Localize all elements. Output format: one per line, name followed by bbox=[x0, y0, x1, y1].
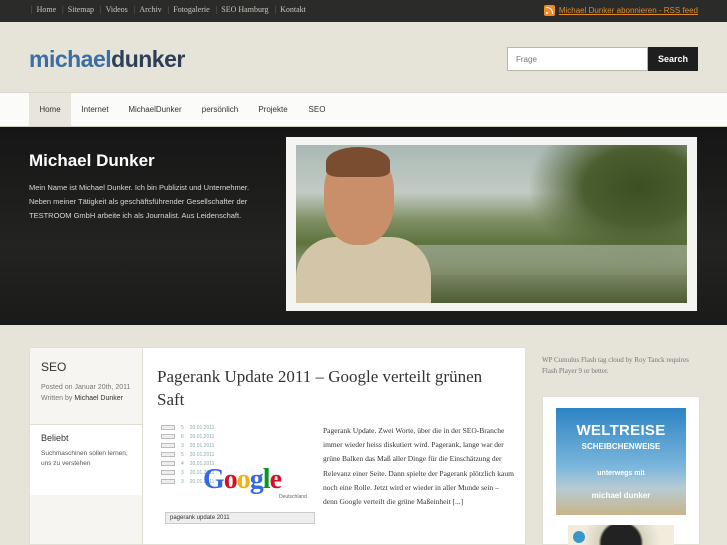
right-sidebar: WP Cumulus Flash tag cloud by Roy Tanck … bbox=[542, 355, 702, 545]
rank-bar bbox=[161, 461, 175, 466]
rank-row: 5 20.01.2011 bbox=[161, 424, 251, 431]
main-nav: Home Internet MichaelDunker persönlich P… bbox=[0, 92, 727, 127]
rank-num: 4 bbox=[181, 460, 184, 467]
rank-row: 6 20.01.2011 bbox=[161, 433, 251, 440]
post-meta: Posted on Januar 20th, 2011 Written by M… bbox=[41, 382, 141, 404]
hero-intro-text: Mein Name ist Michael Dunker. Ich bin Pu… bbox=[29, 183, 250, 220]
rank-bar bbox=[161, 470, 175, 475]
rank-date: 20.01.2011 bbox=[189, 424, 215, 431]
banner-widget: WELTREISE SCHEIBCHENWEISE unterwegs mit … bbox=[542, 396, 700, 545]
banner-tagline: unterwegs mit bbox=[597, 470, 645, 477]
photo-lake bbox=[416, 245, 687, 275]
banner-title: WELTREISE bbox=[576, 422, 666, 439]
hero-photo-frame bbox=[286, 137, 697, 311]
top-link-seo-hamburg[interactable]: SEO Hamburg bbox=[221, 5, 268, 14]
banner-subtitle: SCHEIBCHENWEISE bbox=[581, 442, 661, 451]
popular-box-title: Beliebt bbox=[41, 433, 69, 443]
post-meta-sidebar: SEO Posted on Januar 20th, 2011 Written … bbox=[29, 347, 143, 545]
rank-bar bbox=[161, 452, 175, 457]
rank-num: 5 bbox=[181, 451, 184, 458]
rank-bar bbox=[161, 425, 175, 430]
search-input[interactable] bbox=[507, 47, 648, 71]
top-link-sitemap[interactable]: Sitemap bbox=[68, 5, 94, 14]
portrait-photo bbox=[296, 145, 687, 303]
top-link-home[interactable]: Home bbox=[37, 5, 57, 14]
post-article: Pagerank Update 2011 – Google verteilt g… bbox=[143, 347, 526, 545]
post-category[interactable]: SEO bbox=[41, 360, 66, 374]
popular-post-link[interactable]: Suchmaschinen sollen lernen, uns zu vers… bbox=[41, 449, 136, 469]
rank-date: 20.01.2011 bbox=[189, 442, 215, 449]
post-title[interactable]: Pagerank Update 2011 – Google verteilt g… bbox=[157, 365, 487, 411]
hero-section: Michael Dunker Mein Name ist Michael Dun… bbox=[0, 127, 727, 325]
rank-row: 5 20.01.2011 bbox=[161, 451, 251, 458]
rank-date: 20.01.2011 bbox=[189, 433, 215, 440]
posted-date: Januar 20th, 2011 bbox=[74, 384, 131, 391]
rank-row: 3 20.01.2011 bbox=[161, 442, 251, 449]
banner-author: michael dunker bbox=[591, 491, 651, 500]
written-prefix: Written by bbox=[41, 395, 73, 402]
rank-num: 6 bbox=[181, 433, 184, 440]
popular-box: Beliebt Suchmaschinen sollen lernen, uns… bbox=[30, 425, 142, 495]
photo-person-body bbox=[296, 237, 431, 303]
top-links: | Home | Sitemap | Videos | Archiv | Fotogale… bbox=[31, 5, 306, 14]
search-form: Search bbox=[507, 47, 698, 71]
posted-prefix: Posted on bbox=[41, 384, 73, 391]
logo-part-dunker: dunker bbox=[111, 46, 185, 72]
google-logo: Google bbox=[203, 464, 282, 495]
photo-person-hair bbox=[326, 147, 390, 177]
top-link-fotogalerie[interactable]: Fotogalerie bbox=[173, 5, 209, 14]
nav-item-seo[interactable]: SEO bbox=[302, 93, 332, 126]
top-link-kontakt[interactable]: Kontakt bbox=[280, 5, 306, 14]
rss-feed-link[interactable]: Michael Dunker abonnieren - RSS feed bbox=[543, 5, 698, 16]
rank-date: 20.01.2011 bbox=[189, 451, 215, 458]
search-button[interactable]: Search bbox=[648, 47, 698, 71]
nav-item-michaeldunker[interactable]: MichaelDunker bbox=[122, 93, 188, 126]
rss-icon bbox=[543, 5, 555, 16]
weltreise-banner[interactable]: WELTREISE SCHEIBCHENWEISE unterwegs mit … bbox=[556, 408, 686, 515]
logo-part-michael: michael bbox=[29, 46, 112, 72]
hero-title: Michael Dunker bbox=[29, 151, 155, 170]
rank-bar bbox=[161, 479, 175, 484]
post-excerpt: Pagerank Update. Zwei Worte, über die in… bbox=[323, 426, 514, 507]
nav-item-projekte[interactable]: Projekte bbox=[252, 93, 294, 126]
rank-num: 3 bbox=[181, 442, 184, 449]
post-author[interactable]: Michael Dunker bbox=[74, 395, 123, 402]
tag-cloud-notice: WP Cumulus Flash tag cloud by Roy Tanck … bbox=[542, 356, 689, 375]
nav-item-internet[interactable]: Internet bbox=[73, 93, 117, 126]
nav-item-persoenlich[interactable]: persönlich bbox=[196, 93, 244, 126]
thumbnail-caption: pagerank update 2011 bbox=[165, 512, 315, 524]
nav-item-home[interactable]: Home bbox=[29, 93, 71, 126]
top-bar: | Home | Sitemap | Videos | Archiv | Fotogale… bbox=[0, 0, 727, 22]
header: michaeldunker Search bbox=[0, 22, 727, 92]
top-link-videos[interactable]: Videos bbox=[106, 5, 128, 14]
twitter-icon bbox=[573, 531, 585, 543]
rank-bar bbox=[161, 434, 175, 439]
rss-label: Michael Dunker abonnieren - RSS feed bbox=[558, 6, 698, 15]
top-link-archiv[interactable]: Archiv bbox=[139, 5, 161, 14]
post-thumbnail[interactable]: 5 20.01.2011 6 20.01.2011 3 20.01.2011 5 20.… bbox=[161, 422, 316, 524]
rank-bar bbox=[161, 443, 175, 448]
rank-num: 3 bbox=[181, 478, 184, 485]
rank-num: 5 bbox=[181, 424, 184, 431]
rank-num: 3 bbox=[181, 469, 184, 476]
google-logo-sub: Deutschland bbox=[279, 494, 307, 500]
site-logo[interactable]: michaeldunker bbox=[29, 46, 185, 73]
